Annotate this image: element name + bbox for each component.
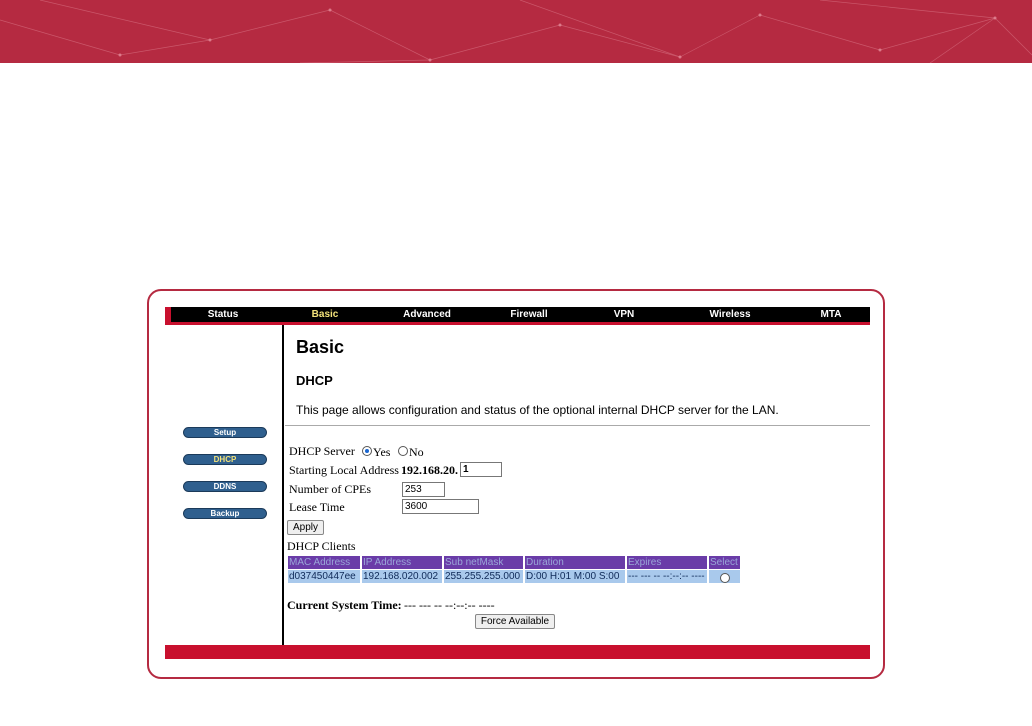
start-address-input[interactable]: 1 [460, 462, 502, 477]
cell-expires: --- --- -- --:--:-- ---- [627, 570, 707, 583]
sidebar-item-setup[interactable]: Setup [183, 427, 267, 438]
top-navigation: Status Basic Advanced Firewall VPN Wirel… [165, 307, 870, 325]
tab-wireless[interactable]: Wireless [690, 307, 770, 322]
sidebar-item-ddns[interactable]: DDNS [183, 481, 267, 492]
footer-bar [165, 645, 870, 659]
lease-time-input[interactable]: 3600 [402, 499, 479, 514]
col-ip-address: IP Address [362, 556, 442, 569]
dhcp-no-label: No [409, 445, 424, 459]
sidebar-item-backup[interactable]: Backup [183, 508, 267, 519]
col-duration: Duration [525, 556, 625, 569]
dhcp-no-radio[interactable] [398, 446, 408, 456]
tab-basic[interactable]: Basic [290, 307, 360, 322]
lease-time-label: Lease Time [289, 500, 345, 514]
cell-ip-address: 192.168.020.002 [362, 570, 442, 583]
dhcp-yes-label: Yes [373, 445, 391, 459]
system-time-label: Current System Time: [287, 598, 402, 612]
dhcp-clients-title: DHCP Clients [287, 539, 356, 553]
apply-button[interactable]: Apply [287, 520, 324, 535]
tab-firewall[interactable]: Firewall [489, 307, 569, 322]
page-subtitle: DHCP [296, 373, 333, 388]
dhcp-server-label: DHCP Server [289, 444, 355, 458]
header-banner [0, 0, 1032, 63]
col-mac-address: MAC Address [288, 556, 360, 569]
sidebar-divider [282, 325, 284, 645]
cell-duration: D:00 H:01 M:00 S:00 [525, 570, 625, 583]
cell-subnet-mask: 255.255.255.000 [444, 570, 523, 583]
dhcp-yes-radio[interactable] [362, 446, 372, 456]
tab-advanced[interactable]: Advanced [387, 307, 467, 322]
tab-vpn[interactable]: VPN [599, 307, 649, 322]
num-cpes-label: Number of CPEs [289, 482, 371, 496]
section-divider [285, 425, 870, 426]
col-select: Select [709, 556, 740, 569]
force-available-button[interactable]: Force Available [475, 614, 555, 629]
banner-pattern [0, 0, 1032, 63]
col-expires: Expires [627, 556, 707, 569]
start-address-prefix: 192.168.20. [401, 463, 458, 477]
tab-status[interactable]: Status [188, 307, 258, 322]
sidebar-item-dhcp[interactable]: DHCP [183, 454, 267, 465]
tab-mta[interactable]: MTA [801, 307, 861, 322]
col-subnet-mask: Sub netMask [444, 556, 523, 569]
system-time-value: --- --- -- --:--:-- ---- [404, 598, 495, 612]
client-select-radio[interactable] [720, 573, 730, 583]
cell-mac-address: d037450447ee [288, 570, 360, 583]
start-address-label: Starting Local Address [289, 463, 399, 477]
page-description: This page allows configuration and statu… [296, 403, 779, 417]
page-title: Basic [296, 337, 345, 357]
num-cpes-input[interactable]: 253 [402, 482, 445, 497]
